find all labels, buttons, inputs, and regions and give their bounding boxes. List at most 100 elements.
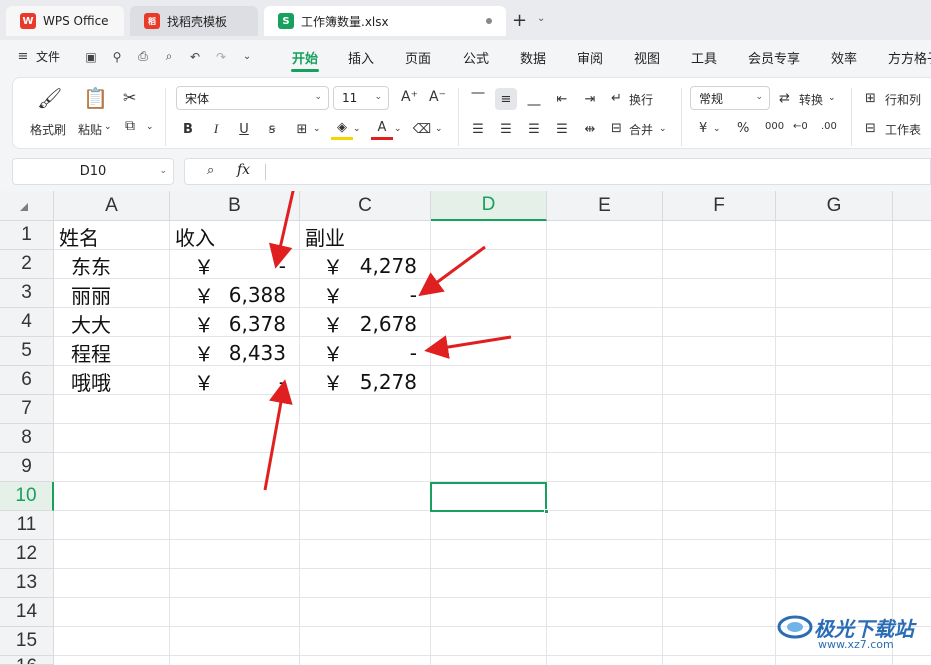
chevron-down-icon[interactable]: ⌄ [238, 51, 256, 62]
distributed-icon[interactable]: ⇹ [579, 118, 601, 140]
menu-member[interactable]: 会员专享 [748, 48, 800, 67]
currency-button[interactable]: ¥ [699, 121, 707, 136]
arrow-to-b2 [268, 191, 295, 269]
thousands-button[interactable]: 000 [765, 121, 784, 132]
chevron-down-icon[interactable]: ⌄ [537, 13, 545, 24]
tab-wps-office[interactable]: W WPS Office [6, 6, 124, 36]
name-box[interactable]: D10 ⌄ [12, 158, 174, 185]
increase-font-icon[interactable]: A⁺ [401, 89, 418, 105]
chevron-down-icon[interactable]: ⌄ [104, 122, 112, 132]
bold-button[interactable]: B [177, 118, 199, 140]
worksheet-icon[interactable]: ⊟ [865, 121, 876, 136]
name-box-value: D10 [79, 164, 107, 179]
underline-button[interactable]: U [233, 118, 255, 140]
tab-template[interactable]: 稻 找稻壳模板 [130, 6, 258, 36]
zoom-icon[interactable]: ⌕ [207, 163, 214, 178]
increase-decimal-button[interactable]: ←0 [793, 121, 808, 132]
menu-page[interactable]: 页面 [405, 48, 431, 67]
format-painter-icon[interactable]: 🖌 [37, 86, 62, 110]
menu-data[interactable]: 数据 [520, 48, 546, 67]
chevron-down-icon[interactable]: ⌄ [713, 124, 721, 134]
share-icon[interactable]: ⚲ [108, 50, 126, 64]
chevron-down-icon[interactable]: ⌄ [146, 122, 154, 132]
hamburger-icon[interactable]: ≡ [14, 49, 32, 64]
chevron-down-icon[interactable]: ⌄ [435, 124, 443, 134]
tab-label: 工作簿数量.xlsx [301, 14, 389, 29]
new-tab-plus-icon[interactable]: + [512, 10, 527, 31]
rows-cols-button[interactable]: 行和列 [885, 91, 921, 108]
chevron-down-icon[interactable]: ⌄ [313, 124, 321, 134]
clear-format-icon[interactable]: ⌫ [411, 118, 433, 140]
decrease-decimal-button[interactable]: .00 [821, 121, 837, 132]
indent-decrease-icon[interactable]: ⇤ [551, 88, 573, 110]
align-middle-icon[interactable]: ≡ [495, 88, 517, 110]
font-size-select[interactable]: 11 ⌄ [333, 86, 389, 110]
spreadsheet-logo-icon: S [278, 13, 294, 29]
fill-color-icon[interactable]: ◈ [331, 118, 353, 140]
menu-efficiency[interactable]: 效率 [831, 48, 857, 67]
align-left-icon[interactable]: ☰ [467, 118, 489, 140]
menu-fangfang[interactable]: 方方格子 [888, 48, 931, 67]
align-right-icon[interactable]: ☰ [523, 118, 545, 140]
redo-icon[interactable]: ↷ [212, 50, 230, 64]
percent-button[interactable]: % [737, 121, 749, 136]
italic-button[interactable]: I [205, 118, 227, 140]
wrap-icon[interactable]: ↵ [611, 91, 622, 106]
chevron-down-icon[interactable]: ⌄ [659, 124, 667, 134]
convert-icon[interactable]: ⇄ [779, 91, 790, 106]
ribbon: 🖌 格式刷 📋 粘贴 ⌄ ✂ ⧉ ⌄ 宋体 ⌄ 11 ⌄ A⁺ A⁻ B I U… [0, 73, 931, 155]
print-icon[interactable]: ⎙ [134, 49, 152, 64]
merge-icon[interactable]: ⊟ [611, 121, 622, 136]
formula-input[interactable]: ⌕ fx [184, 158, 931, 185]
cut-icon[interactable]: ✂ [123, 88, 136, 107]
formula-divider [265, 164, 266, 180]
chevron-down-icon[interactable]: ⌄ [828, 93, 836, 103]
font-color-icon[interactable]: A [371, 118, 393, 140]
tab-label: 找稻壳模板 [167, 14, 228, 29]
menu-tools[interactable]: 工具 [691, 48, 717, 67]
border-icon[interactable]: ⊞ [291, 118, 313, 140]
tab-workbook[interactable]: S 工作簿数量.xlsx [264, 6, 506, 36]
convert-button[interactable]: 转换 [799, 91, 823, 108]
tab-label: WPS Office [43, 14, 109, 28]
copy-icon[interactable]: ⧉ [125, 118, 135, 134]
menu-review[interactable]: 审阅 [577, 48, 603, 67]
arrow-to-c5 [424, 335, 512, 359]
unsaved-dot-icon[interactable] [486, 18, 492, 24]
worksheet-button[interactable]: 工作表 [885, 121, 921, 138]
strikethrough-button[interactable]: ꞩ [261, 118, 283, 140]
print-preview-icon[interactable]: ⌕ [160, 49, 178, 64]
menu-formula[interactable]: 公式 [463, 48, 489, 67]
number-format-value: 常规 [699, 91, 724, 106]
font-name-select[interactable]: 宋体 ⌄ [176, 86, 329, 110]
paste-button[interactable]: 粘贴 [78, 121, 102, 138]
save-icon[interactable]: ▣ [82, 50, 100, 64]
align-bottom-icon[interactable]: ⎽ [523, 88, 545, 110]
title-tab-bar: W WPS Office 稻 找稻壳模板 S 工作簿数量.xlsx + ⌄ [0, 0, 931, 40]
decrease-font-icon[interactable]: A⁻ [429, 89, 446, 105]
paste-icon[interactable]: 📋 [83, 86, 108, 110]
format-painter-button[interactable]: 格式刷 [30, 121, 66, 138]
merge-button[interactable]: 合并 [629, 121, 653, 138]
spreadsheet-grid[interactable]: A B C D E F G 1 2 3 4 5 6 7 8 9 10 11 12… [0, 191, 931, 665]
fx-icon[interactable]: fx [237, 162, 250, 178]
ribbon-separator [458, 88, 459, 146]
chevron-down-icon: ⌄ [755, 92, 763, 102]
number-format-select[interactable]: 常规 ⌄ [690, 86, 770, 110]
rows-cols-icon[interactable]: ⊞ [865, 91, 876, 106]
annotation-arrows [263, 191, 512, 491]
undo-icon[interactable]: ↶ [186, 50, 204, 64]
file-menu[interactable]: 文件 [36, 48, 60, 65]
chevron-down-icon[interactable]: ⌄ [353, 124, 361, 134]
menu-view[interactable]: 视图 [634, 48, 660, 67]
wrap-button[interactable]: 换行 [629, 91, 653, 108]
align-top-icon[interactable]: ⎺ [467, 88, 489, 110]
indent-increase-icon[interactable]: ⇥ [579, 88, 601, 110]
chevron-down-icon[interactable]: ⌄ [394, 124, 402, 134]
justify-icon[interactable]: ☰ [551, 118, 573, 140]
font-name-value: 宋体 [185, 91, 210, 106]
active-tab-indicator [291, 69, 319, 72]
menu-insert[interactable]: 插入 [348, 48, 374, 67]
align-center-icon[interactable]: ☰ [495, 118, 517, 140]
menu-home[interactable]: 开始 [292, 48, 318, 67]
